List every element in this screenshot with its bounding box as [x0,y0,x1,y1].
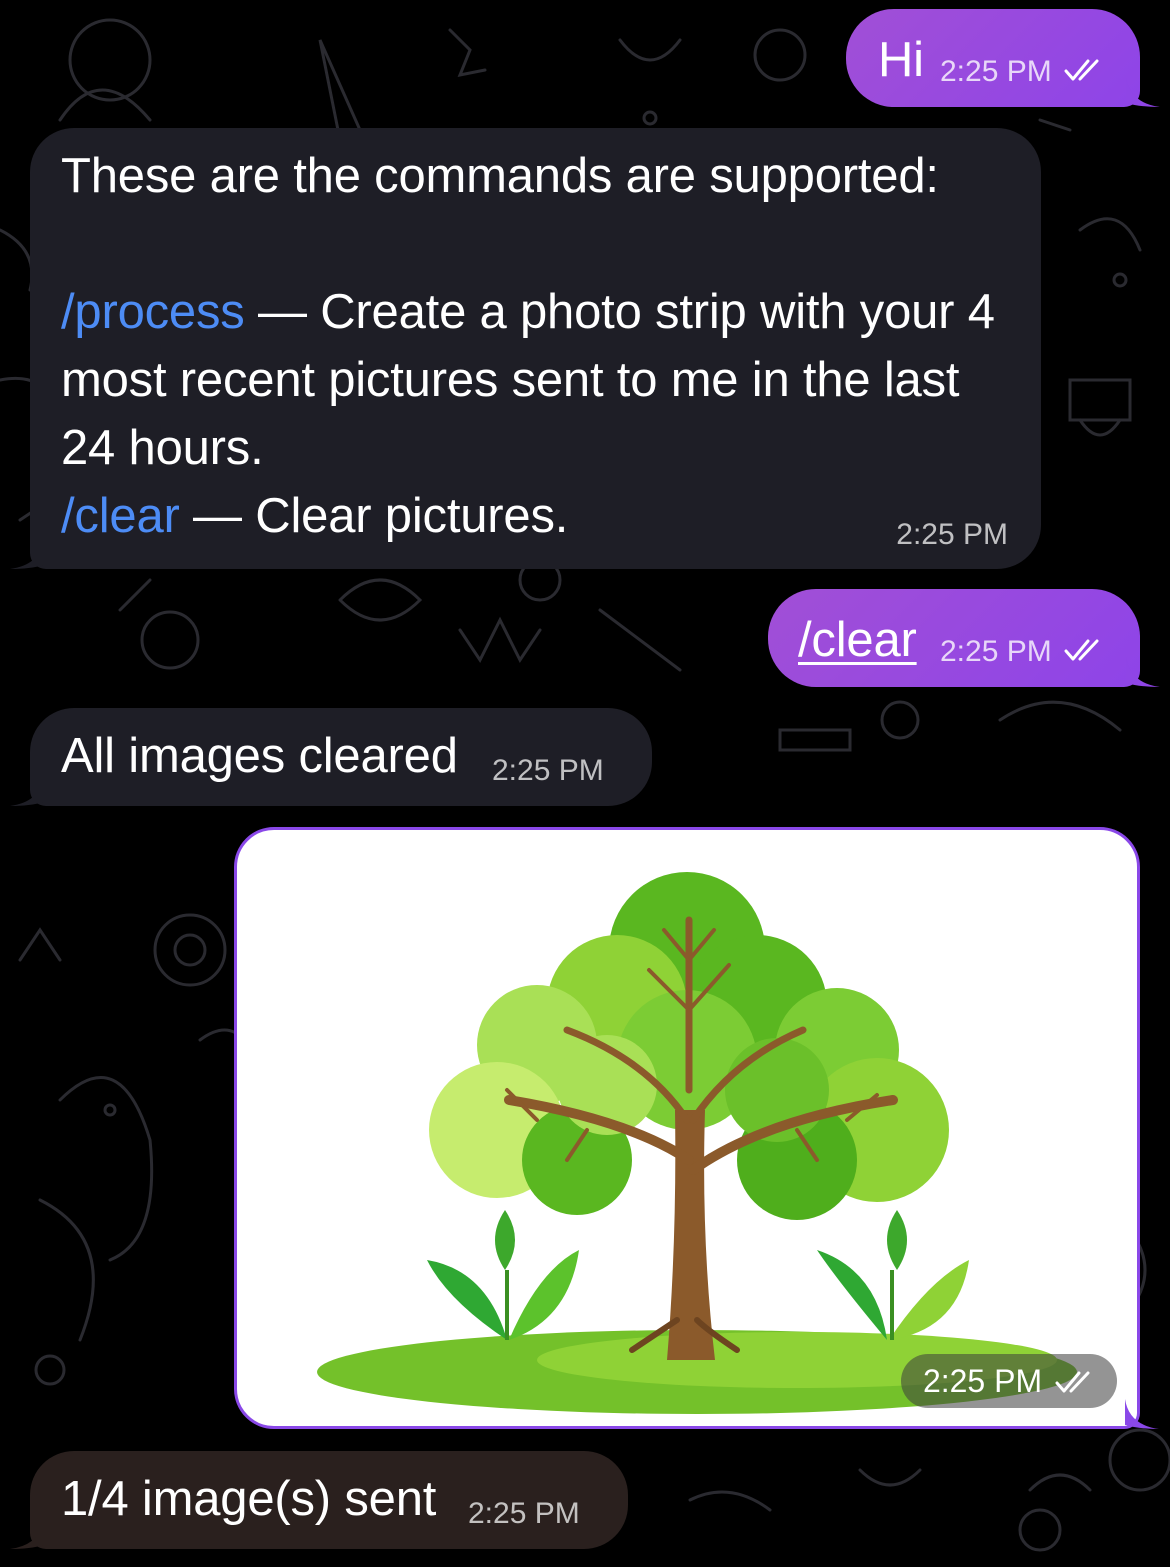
message-outgoing-photo[interactable]: 2:25 PM [234,827,1159,1429]
message-time: 2:25 PM [922,1363,1043,1399]
bubble-tail [1126,77,1160,107]
message-text: 1/4 image(s) sent [61,1472,437,1526]
commands-intro: These are the commands are supported: [61,149,939,203]
double-check-icon [1055,1371,1090,1393]
message-text: These are the commands are supported: /p… [61,142,1021,550]
message-text: Hi [878,33,924,87]
command-process-line: /process — Create a photo strip with you… [61,278,1021,482]
command-link-clear[interactable]: /clear [61,489,180,543]
command-link-process[interactable]: /process [61,285,245,339]
message-time: 2:25 PM [468,1497,580,1530]
message-time: 2:25 PM [492,754,604,787]
command-clear-line: /clear — Clear pictures. [61,482,1021,550]
message-text: All images cleared [61,729,458,783]
bubble-tail [1125,1399,1159,1429]
message-meta: 2:25 PM [940,635,1108,669]
message-text: /clear [798,613,917,667]
message-time: 2:25 PM [896,518,1008,551]
double-check-icon [1064,639,1099,661]
photo-meta: 2:25 PM [900,1354,1117,1408]
message-incoming-commands[interactable]: These are the commands are supported: /p… [10,128,1041,569]
message-meta: 2:25 PM [940,55,1108,89]
bubble-tail [10,539,44,569]
bubble-tail [10,1519,44,1549]
message-outgoing-clear[interactable]: /clear 2:25 PM [768,589,1160,687]
tree-illustration [317,872,1077,1414]
message-outgoing-hi[interactable]: Hi 2:25 PM [846,9,1160,107]
separator: — [258,285,307,339]
separator: — [193,489,242,543]
double-check-icon [1064,59,1099,81]
message-incoming-sent-count[interactable]: 1/4 image(s) sent 2:25 PM [10,1451,628,1549]
message-time: 2:25 PM [940,635,1052,668]
bubble-tail [1126,657,1160,687]
command-description: Clear pictures. [255,489,569,543]
message-incoming-cleared[interactable]: All images cleared 2:25 PM [10,708,652,806]
message-time: 2:25 PM [940,55,1052,88]
bubble-tail [10,776,44,806]
